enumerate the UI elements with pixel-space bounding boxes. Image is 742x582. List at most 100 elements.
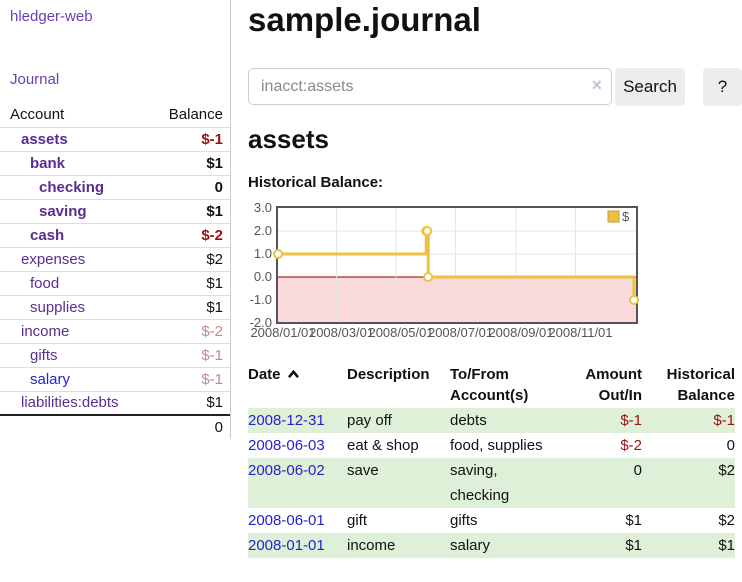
transaction-accounts: saving, checking — [450, 458, 556, 508]
accounts-col-balance: Balance — [152, 103, 230, 127]
account-balance: $1 — [152, 295, 230, 319]
app: hledger-web Journal Account Balance asse… — [0, 0, 742, 558]
account-heading: assets — [248, 124, 742, 154]
account-row: expenses $2 — [0, 247, 230, 271]
svg-text:2008/03/01: 2008/03/01 — [309, 325, 374, 340]
register-col-description: Description — [347, 364, 450, 408]
transaction-description: eat & shop — [347, 433, 450, 458]
transaction-amount: $1 — [556, 508, 642, 533]
transaction-amount: $-1 — [556, 408, 642, 433]
sidebar-account-link[interactable]: gifts — [30, 347, 58, 364]
transaction-date-link[interactable]: 2008-06-03 — [248, 437, 325, 454]
account-balance: 0 — [152, 175, 230, 199]
account-balance: $1 — [152, 151, 230, 175]
svg-text:2008/05/01: 2008/05/01 — [368, 325, 433, 340]
register-col-accounts: To/From Account(s) — [450, 364, 556, 408]
transaction-balance: $-1 — [642, 408, 735, 433]
account-balance: $-2 — [152, 223, 230, 247]
transaction-amount: $1 — [556, 533, 642, 558]
accounts-table: Account Balance assets $-1 bank $1 checking 0… — [0, 103, 230, 439]
sidebar: hledger-web Journal Account Balance asse… — [0, 0, 231, 439]
balance-chart: $3.02.01.00.0-1.0-2.02008/01/012008/03/0… — [248, 202, 648, 350]
transaction-balance: $1 — [642, 533, 735, 558]
transaction-balance: 0 — [642, 433, 735, 458]
sort-asc-icon — [287, 369, 300, 379]
svg-text:3.0: 3.0 — [254, 202, 272, 215]
clear-search-icon[interactable]: × — [591, 75, 602, 96]
svg-text:2008/09/01: 2008/09/01 — [488, 325, 553, 340]
accounts-total-value: 0 — [152, 415, 230, 439]
sidebar-account-link[interactable]: saving — [39, 203, 87, 220]
account-balance: $1 — [152, 271, 230, 295]
account-balance: $1 — [152, 199, 230, 223]
sidebar-account-link[interactable]: bank — [30, 155, 65, 172]
transaction-accounts: food, supplies — [450, 433, 556, 458]
account-balance: $-1 — [152, 367, 230, 391]
account-row: income $-2 — [0, 319, 230, 343]
account-row: checking 0 — [0, 175, 230, 199]
svg-text:2.0: 2.0 — [254, 223, 272, 238]
page-title: sample.journal — [248, 1, 742, 39]
transaction-balance: $2 — [642, 508, 735, 533]
chart-title: Historical Balance: — [248, 174, 742, 192]
chart-legend: $ — [608, 209, 630, 224]
register-col-amount: Amount Out/In — [556, 364, 642, 408]
account-row: food $1 — [0, 271, 230, 295]
account-balance: $-1 — [152, 127, 230, 151]
sidebar-account-link[interactable]: cash — [30, 227, 64, 244]
sidebar-account-link[interactable]: checking — [39, 179, 104, 196]
help-button[interactable]: ? — [703, 68, 742, 106]
transaction-date-link[interactable]: 2008-06-02 — [248, 462, 325, 479]
svg-text:2008/07/01: 2008/07/01 — [428, 325, 493, 340]
transaction-description: pay off — [347, 408, 450, 433]
account-row: liabilities:debts $1 — [0, 391, 230, 415]
register-header-row: Date Description To/From Account(s) Amou… — [248, 364, 735, 408]
transaction-accounts: debts — [450, 408, 556, 433]
svg-text:$: $ — [622, 209, 630, 224]
transaction-date-link[interactable]: 2008-06-01 — [248, 512, 325, 529]
account-balance: $1 — [152, 391, 230, 415]
accounts-col-account: Account — [0, 103, 152, 127]
svg-text:-1.0: -1.0 — [250, 292, 272, 307]
transaction-balance: $2 — [642, 458, 735, 508]
accounts-total-row: 0 — [0, 415, 230, 439]
transaction-description: save — [347, 458, 450, 508]
svg-text:1.0: 1.0 — [254, 246, 272, 261]
sidebar-account-link[interactable]: food — [30, 275, 59, 292]
brand-link[interactable]: hledger-web — [10, 8, 230, 25]
svg-text:0.0: 0.0 — [254, 269, 272, 284]
transaction-date-link[interactable]: 2008-12-31 — [248, 412, 325, 429]
account-balance: $-1 — [152, 343, 230, 367]
search-button[interactable]: Search — [615, 68, 685, 106]
svg-text:2008/11/01: 2008/11/01 — [548, 325, 612, 340]
sidebar-account-link[interactable]: income — [21, 323, 69, 340]
account-balance: $2 — [152, 247, 230, 271]
transaction-accounts: gifts — [450, 508, 556, 533]
sidebar-item-journal[interactable]: Journal — [10, 71, 230, 88]
svg-text:2008/01/01: 2008/01/01 — [250, 325, 315, 340]
register-table: Date Description To/From Account(s) Amou… — [248, 364, 735, 558]
account-row: assets $-1 — [0, 127, 230, 151]
register-row: 2008-06-02 savesaving, checking0$2 — [248, 458, 735, 508]
transaction-accounts: salary — [450, 533, 556, 558]
transaction-date-link[interactable]: 2008-01-01 — [248, 537, 325, 554]
search-form: × Search ? — [248, 68, 742, 106]
transaction-description: income — [347, 533, 450, 558]
register-col-balance: Historical Balance — [642, 364, 735, 408]
sidebar-account-link[interactable]: assets — [21, 131, 68, 148]
sidebar-account-link[interactable]: salary — [30, 371, 70, 388]
sidebar-account-link[interactable]: liabilities:debts — [21, 394, 119, 411]
account-row: gifts $-1 — [0, 343, 230, 367]
register-row: 2008-06-03 eat & shopfood, supplies$-20 — [248, 433, 735, 458]
sidebar-account-link[interactable]: expenses — [21, 251, 85, 268]
transaction-amount: 0 — [556, 458, 642, 508]
account-balance: $-2 — [152, 319, 230, 343]
account-row: saving $1 — [0, 199, 230, 223]
sidebar-account-link[interactable]: supplies — [30, 299, 85, 316]
account-row: salary $-1 — [0, 367, 230, 391]
transaction-amount: $-2 — [556, 433, 642, 458]
register-row: 2008-01-01incomesalary$1$1 — [248, 533, 735, 558]
search-input[interactable] — [248, 68, 612, 105]
transaction-description: gift — [347, 508, 450, 533]
register-col-date[interactable]: Date — [248, 364, 347, 408]
